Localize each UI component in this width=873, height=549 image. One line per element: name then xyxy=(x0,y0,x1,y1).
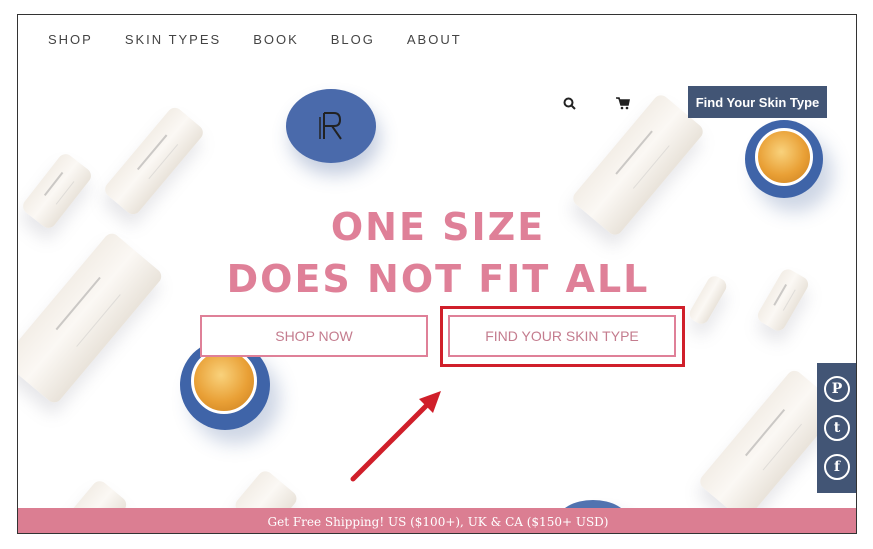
nav-item-about[interactable]: ABOUT xyxy=(407,32,462,47)
nav-item-blog[interactable]: BLOG xyxy=(331,32,375,47)
hero-headline: ONE SIZE DOES NOT FIT ALL xyxy=(18,201,856,305)
header-icons xyxy=(563,97,630,115)
find-skin-type-header-button[interactable]: Find Your Skin Type xyxy=(688,86,827,118)
rr-monogram-icon xyxy=(319,112,342,140)
highlight-box xyxy=(440,306,685,367)
pinterest-icon[interactable]: P xyxy=(824,375,850,402)
main-nav: SHOP SKIN TYPES BOOK BLOG ABOUT xyxy=(48,32,494,47)
nav-item-shop[interactable]: SHOP xyxy=(48,32,93,47)
free-shipping-banner: Get Free Shipping! US ($100+), UK & CA (… xyxy=(18,508,856,533)
cart-icon[interactable] xyxy=(616,97,630,115)
brand-logo-lid xyxy=(286,89,376,163)
shop-now-button[interactable]: SHOP NOW xyxy=(200,315,428,357)
social-sidebar: P t f xyxy=(817,363,856,493)
search-icon[interactable] xyxy=(563,97,576,115)
nav-item-book[interactable]: BOOK xyxy=(253,32,299,47)
twitter-icon[interactable]: t xyxy=(824,414,850,441)
product-jar-image xyxy=(745,120,823,198)
nav-item-skin-types[interactable]: SKIN TYPES xyxy=(125,32,221,47)
headline-line-1: ONE SIZE xyxy=(330,205,546,249)
facebook-icon[interactable]: f xyxy=(824,454,850,481)
headline-line-2: DOES NOT FIT ALL xyxy=(226,257,650,301)
red-arrow-annotation-icon xyxy=(350,391,441,482)
page-frame: SHOP SKIN TYPES BOOK BLOG ABOUT Find You… xyxy=(17,14,857,534)
